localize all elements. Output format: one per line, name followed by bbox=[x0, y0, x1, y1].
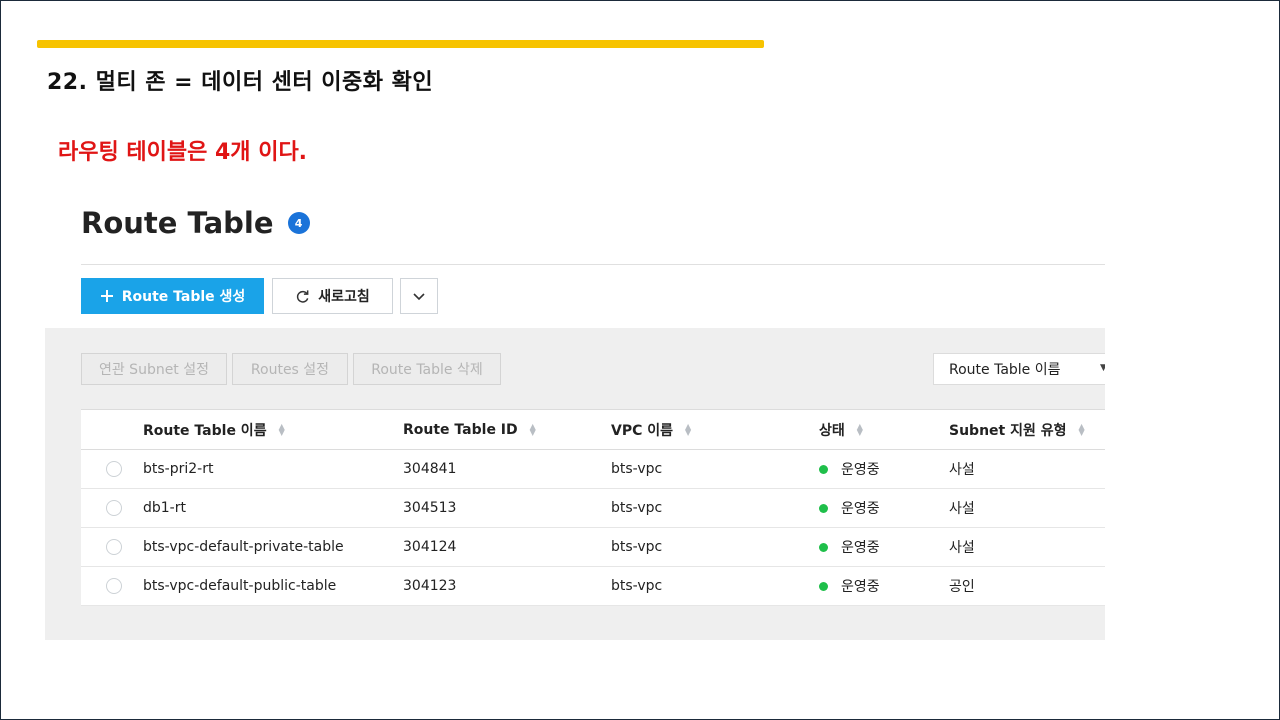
route-table-grid: Route Table 이름 ▲ ▼ Route Table ID ▲ ▼ VPC 이름… bbox=[81, 409, 1105, 606]
status-dot-icon bbox=[819, 581, 828, 591]
status-dot-icon bbox=[819, 542, 828, 552]
cell-subnet-type: 사설 bbox=[949, 462, 975, 478]
filter-selected: Route Table 이름 bbox=[949, 362, 1061, 378]
row-select-radio[interactable] bbox=[106, 539, 122, 555]
sort-icon: ▲ ▼ bbox=[278, 421, 285, 437]
annotation-text: 라우팅 테이블은 4개 이다. bbox=[58, 140, 308, 165]
cell-vpc: bts-vpc bbox=[611, 461, 663, 477]
chevron-down-icon bbox=[413, 293, 425, 301]
cell-vpc: bts-vpc bbox=[611, 500, 663, 516]
status-dot-icon bbox=[819, 464, 828, 474]
cell-subnet-type: 사설 bbox=[949, 501, 975, 517]
cell-vpc: bts-vpc bbox=[611, 578, 663, 594]
refresh-icon bbox=[297, 289, 309, 303]
status-dot-icon bbox=[819, 503, 828, 513]
table-row[interactable]: bts-vpc-default-private-table 304124 bts… bbox=[81, 528, 1105, 567]
cell-id: 304123 bbox=[403, 578, 457, 594]
cell-status: 운영중 bbox=[819, 489, 880, 527]
table-row[interactable]: bts-vpc-default-public-table 304123 bts-… bbox=[81, 567, 1105, 606]
column-subnet-type[interactable]: Subnet 지원 유형 ▲ ▼ bbox=[949, 410, 1085, 449]
column-status[interactable]: 상태 ▲ ▼ bbox=[819, 410, 863, 449]
column-id[interactable]: Route Table ID ▲ ▼ bbox=[403, 410, 536, 449]
filter-caret-icon: ▼ bbox=[1100, 363, 1105, 373]
refresh-label: 새로고침 bbox=[318, 289, 370, 305]
heading-divider bbox=[81, 264, 1105, 265]
sort-icon: ▲ ▼ bbox=[529, 421, 536, 437]
create-route-table-label: Route Table 생성 bbox=[121, 289, 246, 305]
cell-status: 운영중 bbox=[819, 567, 880, 605]
cell-vpc: bts-vpc bbox=[611, 539, 663, 555]
refresh-button[interactable]: 새로고침 bbox=[272, 278, 393, 314]
create-route-table-button[interactable]: Route Table 생성 bbox=[81, 278, 264, 314]
cell-status: 운영중 bbox=[819, 450, 880, 488]
route-table-list-panel: 연관 Subnet 설정 Routes 설정 Route Table 삭제 Ro… bbox=[45, 328, 1105, 640]
plus-icon bbox=[100, 290, 113, 302]
slide-title: 22. 멀티 존 = 데이터 센터 이중화 확인 bbox=[47, 70, 434, 95]
sort-icon: ▲ ▼ bbox=[685, 421, 692, 437]
cell-subnet-type: 공인 bbox=[949, 579, 975, 595]
cell-name: bts-vpc-default-private-table bbox=[143, 539, 344, 555]
page-title: Route Table bbox=[81, 206, 274, 240]
table-header: Route Table 이름 ▲ ▼ Route Table ID ▲ ▼ VPC 이름… bbox=[81, 409, 1105, 450]
page-heading: Route Table 4 bbox=[81, 206, 310, 240]
count-badge: 4 bbox=[287, 212, 310, 234]
delete-route-table-button[interactable]: Route Table 삭제 bbox=[353, 353, 501, 385]
cell-id: 304841 bbox=[403, 461, 457, 477]
accent-bar bbox=[37, 40, 764, 48]
cell-id: 304513 bbox=[403, 500, 457, 516]
table-row[interactable]: bts-pri2-rt 304841 bts-vpc 운영중 사설 bbox=[81, 450, 1105, 489]
column-vpc[interactable]: VPC 이름 ▲ ▼ bbox=[611, 410, 691, 449]
more-options-button[interactable] bbox=[400, 278, 438, 314]
cell-id: 304124 bbox=[403, 539, 457, 555]
assoc-subnet-button[interactable]: 연관 Subnet 설정 bbox=[81, 353, 227, 385]
cell-name: bts-pri2-rt bbox=[143, 461, 214, 477]
row-select-radio[interactable] bbox=[106, 461, 122, 477]
column-name[interactable]: Route Table 이름 ▲ ▼ bbox=[143, 410, 285, 449]
sort-icon: ▲ ▼ bbox=[1078, 421, 1085, 437]
routes-settings-button[interactable]: Routes 설정 bbox=[232, 353, 348, 385]
sort-icon: ▲ ▼ bbox=[856, 421, 863, 437]
cell-subnet-type: 사설 bbox=[949, 540, 975, 556]
cell-status: 운영중 bbox=[819, 528, 880, 566]
cell-name: bts-vpc-default-public-table bbox=[143, 578, 337, 594]
table-row[interactable]: db1-rt 304513 bts-vpc 운영중 사설 bbox=[81, 489, 1105, 528]
row-select-radio[interactable] bbox=[106, 500, 122, 516]
cell-name: db1-rt bbox=[143, 500, 186, 516]
row-select-radio[interactable] bbox=[106, 578, 122, 594]
search-filter-select[interactable]: Route Table 이름 ▼ bbox=[933, 353, 1105, 385]
route-table-console: Route Table 4 Route Table 생성 새로고침 연관 Sub… bbox=[45, 200, 1105, 640]
